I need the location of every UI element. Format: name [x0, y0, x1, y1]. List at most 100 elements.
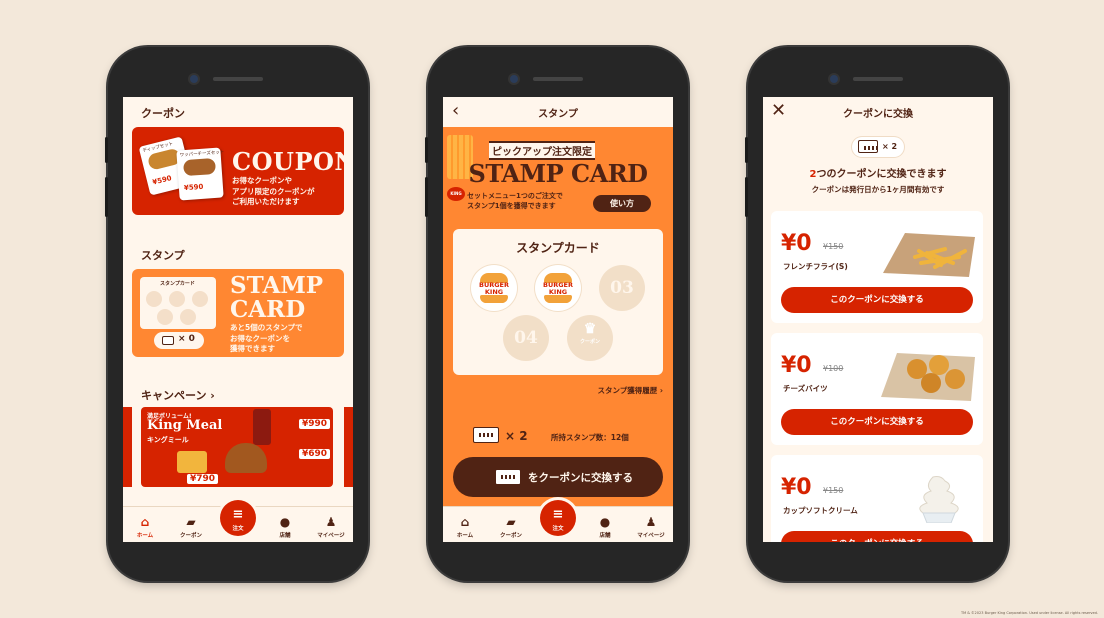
bk-logo-mini: KING — [447, 187, 465, 201]
earpiece — [853, 77, 903, 81]
stamp-screen: ‹ スタンプ ピックアップ注文限定 STAMP CARD KING セットメニュ… — [443, 97, 673, 542]
how-to-use-button[interactable]: 使い方 — [593, 195, 651, 212]
front-camera — [190, 75, 198, 83]
tab-label: マイページ — [317, 533, 345, 539]
stamp-slot-1: BURGER KING — [471, 265, 517, 311]
exchange-this-coupon-button[interactable]: このクーポンに交換する — [781, 531, 973, 542]
exchange-headline: 2つのクーポンに交換できます — [763, 165, 993, 180]
stamp-banner-title: STAMP CARD — [230, 274, 323, 322]
stamp-slot-4: 04 — [503, 315, 549, 361]
stamp-section-title: スタンプ — [141, 249, 185, 262]
coupon-old-price: ¥100 — [823, 364, 844, 373]
tab-store[interactable]: ● 店舗 — [585, 515, 625, 540]
tab-coupon[interactable]: ▰ クーポン — [491, 515, 531, 540]
desc-line: あと5個のスタンプで — [230, 323, 303, 332]
campaign-banner-kingmeal[interactable]: 満足ボリューム! King Meal キングミール ¥990 ¥690 ¥790 — [141, 407, 333, 487]
home-screen: クーポン ディップセット ¥590 ワッパーチーズセット ¥590 COUPON… — [123, 97, 353, 542]
coupon-old-price: ¥150 — [823, 486, 844, 495]
validity-note: クーポンは発行日から1ヶ月間有効です — [811, 185, 945, 194]
stamp-count: × 0 — [178, 334, 195, 344]
cola-image — [253, 409, 271, 445]
tab-label: クーポン — [499, 533, 522, 539]
campaign-carousel-peek-right[interactable] — [344, 407, 353, 487]
tab-label: 店舗 — [599, 533, 611, 539]
tab-home[interactable]: ⌂ ホーム — [125, 516, 165, 540]
holding-stamps-label: 所持スタンプ数：12個 — [551, 433, 629, 442]
tab-mypage[interactable]: ♟ マイページ — [311, 515, 351, 540]
tab-mypage[interactable]: ♟ マイページ — [631, 516, 671, 540]
stamp-mini-card: スタンプカード — [140, 277, 216, 329]
coupon-banner[interactable]: ディップセット ¥590 ワッパーチーズセット ¥590 COUPON お得なク… — [132, 127, 344, 215]
coupon-tab-icon: ▰ — [506, 515, 516, 529]
coupon-card-label: ワッパーチーズセット — [179, 150, 225, 159]
coupon-tab-icon: ▰ — [186, 515, 196, 529]
tab-coupon[interactable]: ▰ クーポン — [171, 515, 211, 540]
title-line: CARD — [230, 296, 306, 323]
stamp-slot-5: ♛ クーポン — [567, 315, 613, 361]
side-button — [425, 177, 428, 217]
soft-serve-image — [919, 476, 959, 523]
burger-image — [225, 443, 267, 473]
desc-line: お得なクーポンや — [232, 176, 292, 185]
header: ✕ クーポンに交換 — [763, 97, 993, 127]
ticket-icon — [162, 336, 174, 345]
coupon-card-price: ¥590 — [183, 182, 204, 193]
burger-king-logo-icon: BURGER KING — [543, 273, 573, 303]
campaign-price: ¥690 — [299, 449, 331, 459]
fries-image — [177, 451, 207, 473]
tab-bar: ⌂ ホーム ▰ クーポン ≡ 注文 ● 店舗 ♟ マイページ — [123, 500, 353, 542]
slot-label: クーポン — [579, 339, 600, 345]
pickup-label: ピックアップ注文限定 — [489, 141, 595, 160]
info-line: スタンプ1個を獲得できます — [467, 202, 556, 210]
chip-count: × 2 — [882, 142, 898, 151]
coupon-banner-desc: お得なクーポンや アプリ限定のクーポンが ご利用いただけます — [232, 176, 315, 208]
stamp-slot — [169, 291, 185, 307]
desc-line: ご利用いただけます — [232, 197, 300, 206]
coupon-item: ¥0 ¥150 カップソフトクリーム このクーポンに交換する — [771, 455, 983, 542]
exchange-coupon-button[interactable]: をクーポンに交換する — [453, 457, 663, 497]
burger-king-logo-icon: BURGER KING — [479, 273, 509, 303]
stamp-history-link[interactable]: スタンプ獲得履歴 › — [598, 385, 663, 396]
earpiece — [213, 77, 263, 81]
stamp-banner[interactable]: スタンプカード × 0 STAMP CARD あと5個のスタンプで お得なクーポ… — [132, 269, 344, 357]
stamp-banner-desc: あと5個のスタンプで お得なクーポンを 獲得できます — [230, 323, 303, 355]
side-button — [105, 137, 108, 163]
food-image — [182, 157, 217, 177]
burger-icon: ≡ — [552, 507, 564, 522]
campaign-title: King Meal — [147, 418, 223, 433]
side-button — [745, 137, 748, 163]
title-line: STAMP — [230, 272, 324, 299]
front-camera — [830, 75, 838, 83]
front-camera — [510, 75, 518, 83]
exchange-this-coupon-button[interactable]: このクーポンに交換する — [781, 409, 973, 435]
coupon-name: カップソフトクリーム — [783, 506, 858, 515]
tab-order[interactable]: ≡ 注文 — [540, 500, 576, 536]
user-icon: ♟ — [325, 515, 337, 529]
coupon-section-title: クーポン — [141, 107, 185, 120]
coupon-item: ¥0 ¥100 チーズバイツ このクーポンに交換する — [771, 333, 983, 445]
header: ‹ スタンプ — [443, 97, 673, 127]
tab-label: クーポン — [179, 533, 202, 539]
campaign-section-link[interactable]: キャンペーン › — [141, 387, 215, 403]
coupon-card-price: ¥590 — [151, 174, 173, 187]
stamp-slot — [192, 291, 208, 307]
tab-order[interactable]: ≡ 注文 — [220, 500, 256, 536]
tab-bar: ⌂ ホーム ▰ クーポン ≡ 注文 ● 店舗 ♟ マイページ — [443, 500, 673, 542]
campaign-price: ¥990 — [299, 419, 331, 429]
tab-home[interactable]: ⌂ ホーム — [445, 516, 485, 540]
coupon-price: ¥0 — [781, 475, 812, 500]
copyright-footnote: TM & ©2023 Burger King Corporation. Used… — [960, 611, 1098, 615]
exchange-this-coupon-button[interactable]: このクーポンに交換する — [781, 287, 973, 313]
campaign-carousel-peek-left[interactable] — [123, 407, 132, 487]
campaign-subtitle: キングミール — [147, 436, 189, 444]
location-pin-icon: ● — [599, 515, 611, 529]
coupon-price: ¥0 — [781, 353, 812, 378]
tab-store[interactable]: ● 店舗 — [265, 516, 305, 540]
side-button — [425, 137, 428, 163]
exchange-screen: ✕ クーポンに交換 × 2 2つのクーポンに交換できます クーポンは発行日から1… — [763, 97, 993, 542]
coupon-old-price: ¥150 — [823, 242, 844, 251]
side-button — [105, 177, 108, 217]
phone-home: クーポン ディップセット ¥590 ワッパーチーズセット ¥590 COUPON… — [105, 47, 368, 581]
tab-label: 店舗 — [279, 533, 291, 539]
stamp-count-pill: × 0 — [154, 332, 204, 349]
